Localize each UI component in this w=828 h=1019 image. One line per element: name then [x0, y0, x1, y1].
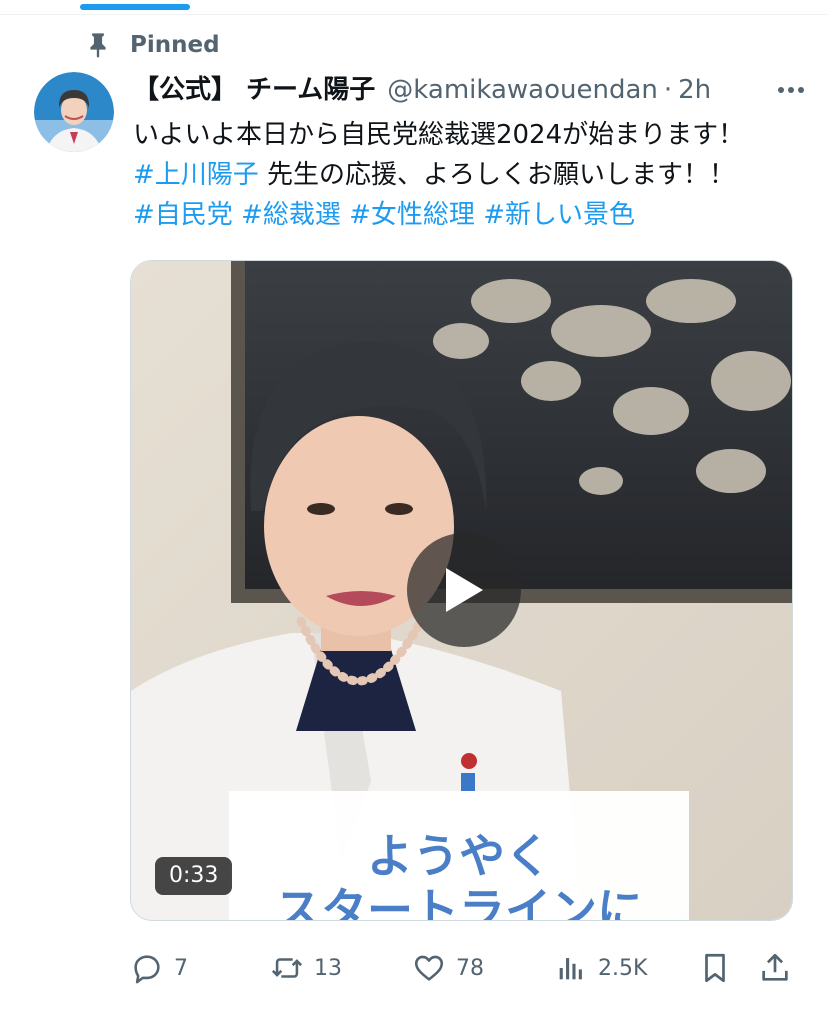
timestamp[interactable]: 2h [678, 70, 711, 110]
views-button[interactable]: 2.5K [554, 945, 647, 991]
tweet-text: いよいよ本日から自民党総裁選2024が始まります！ #上川陽子 先生の応援、よろ… [133, 115, 813, 235]
bookmark-icon [705, 953, 725, 983]
like-button[interactable]: 78 [412, 945, 484, 991]
tweet-text-line-1: いよいよ本日から自民党総裁選2024が始まります！ [133, 120, 745, 150]
repost-icon [271, 958, 303, 978]
play-button[interactable] [407, 533, 521, 647]
video-duration: 0:33 [155, 857, 233, 895]
separator: · [663, 75, 673, 105]
divider [0, 14, 828, 15]
more-icon[interactable] [776, 85, 806, 95]
reply-icon [134, 955, 160, 984]
hashtag-link[interactable]: #新しい景色 [483, 200, 635, 230]
reply-button[interactable]: 7 [130, 945, 188, 991]
tweet-header: 【公式】 チーム陽子 @kamikawaouendan · 2h [133, 70, 806, 110]
tweet-action-bar: 7 13 78 2.5K [130, 945, 796, 991]
hashtag-link[interactable]: #女性総理 [349, 200, 475, 230]
user-handle[interactable]: @kamikawaouendan [387, 70, 658, 110]
share-icon [762, 953, 788, 981]
hashtag-link[interactable]: #自民党 [133, 200, 233, 230]
repost-button[interactable]: 13 [270, 945, 342, 991]
video-player[interactable]: ようやく スタートラインに 0:33 [130, 260, 793, 921]
views-count: 2.5K [598, 955, 648, 981]
like-icon [414, 955, 444, 981]
scroll-indicator [80, 4, 190, 10]
display-name[interactable]: 【公式】 チーム陽子 [133, 70, 375, 110]
video-caption-overlay: ようやく スタートラインに [229, 791, 689, 921]
tweet-text-rest: 先生の応援、よろしくお願いします！！ [258, 160, 736, 190]
views-icon [559, 958, 582, 980]
like-count: 78 [456, 955, 484, 981]
tweet-text-line-2: #上川陽子 先生の応援、よろしくお願いします！！ [133, 155, 813, 195]
hashtag-link[interactable]: #総裁選 [241, 200, 341, 230]
pinned-label-row: Pinned [84, 30, 220, 60]
video-caption-line-2: スタートラインに [275, 883, 643, 921]
avatar[interactable] [34, 72, 114, 152]
hashtag-line: #自民党 #総裁選 #女性総理 #新しい景色 [133, 195, 813, 235]
pinned-label: Pinned [130, 32, 220, 58]
pin-icon [90, 33, 106, 58]
hashtag-link[interactable]: #上川陽子 [133, 160, 259, 190]
reply-count: 7 [174, 955, 188, 981]
video-caption-line-1: ようやく [367, 829, 551, 883]
bookmark-button[interactable] [698, 945, 732, 991]
share-button[interactable] [758, 945, 792, 991]
repost-count: 13 [314, 955, 342, 981]
play-icon [446, 568, 483, 612]
